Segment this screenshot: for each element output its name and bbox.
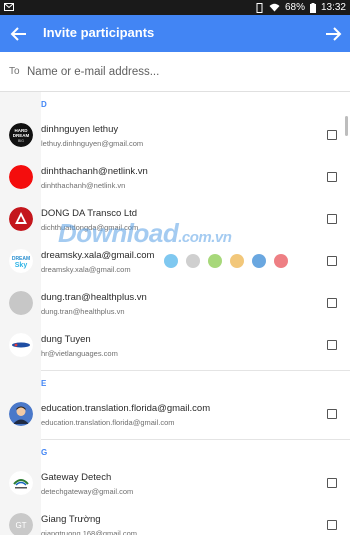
watermark-dot	[186, 254, 200, 268]
clock: 13:32	[320, 2, 346, 13]
contact-name: Giang Trường	[41, 514, 101, 525]
gmail-notification-icon	[4, 3, 14, 11]
contact-avatar: GT	[9, 513, 33, 535]
page-title: Invite participants	[43, 25, 155, 40]
to-label: To	[9, 66, 20, 77]
contact-sections: D HARD DREAM BIG dinhnguyen lethuy lethuy.din…	[0, 92, 350, 535]
watermark-text: Download	[58, 218, 179, 248]
contact-email: dreamsky.xala@gmail.com	[41, 265, 131, 274]
contact-email: dung.tran@healthplus.vn	[41, 307, 125, 316]
contact-email: giangtruong.168@gmail.com	[41, 529, 138, 535]
contact-avatar	[9, 165, 33, 189]
select-checkbox[interactable]	[327, 214, 337, 224]
status-bar: 68% 13:32	[0, 0, 350, 15]
battery-icon	[309, 2, 316, 13]
watermark-logo: Download.com.vn	[58, 218, 232, 249]
section-header: D	[0, 92, 350, 114]
section-letter: E	[41, 379, 47, 388]
contact-name: dreamsky.xala@gmail.com	[41, 250, 155, 261]
select-checkbox[interactable]	[327, 256, 337, 266]
contact-name: dung Tuyen	[41, 334, 91, 345]
contact-row[interactable]: dung Tuyen hr@vietlanguages.com	[0, 324, 350, 366]
select-checkbox[interactable]	[327, 172, 337, 182]
app-bar: Invite participants	[0, 15, 350, 52]
contact-name: Gateway Detech	[41, 472, 112, 483]
contact-name: dung.tran@healthplus.vn	[41, 292, 147, 303]
contact-email: detechgateway@gmail.com	[41, 487, 134, 496]
watermark-dot	[274, 254, 288, 268]
select-checkbox[interactable]	[327, 478, 337, 488]
contact-row[interactable]: GT Giang Trường giangtruong.168@gmail.com	[0, 504, 350, 535]
recipient-input[interactable]	[27, 62, 327, 82]
watermark-dot	[208, 254, 222, 268]
battery-percent: 68%	[284, 2, 305, 13]
section-header: E	[0, 371, 350, 393]
contact-row[interactable]: dung.tran@healthplus.vn dung.tran@healthp…	[0, 282, 350, 324]
select-checkbox[interactable]	[327, 409, 337, 419]
select-checkbox[interactable]	[327, 520, 337, 530]
section-letter: D	[41, 100, 47, 109]
contact-avatar	[9, 291, 33, 315]
select-checkbox[interactable]	[327, 130, 337, 140]
watermark-dot	[230, 254, 244, 268]
select-checkbox[interactable]	[327, 298, 337, 308]
contact-email: dinhthachanh@netlink.vn	[41, 181, 126, 190]
select-checkbox[interactable]	[327, 340, 337, 350]
svg-text:Sky: Sky	[15, 262, 28, 269]
contact-row[interactable]: education.translation.florida@gmail.com e…	[0, 393, 350, 435]
back-arrow-icon[interactable]	[8, 23, 30, 45]
vibrate-icon	[256, 2, 263, 13]
contact-name: dinhnguyen lethuy	[41, 124, 119, 135]
svg-text:BIG: BIG	[18, 139, 24, 143]
section-letter: G	[41, 448, 48, 457]
contact-name: education.translation.florida@gmail.com	[41, 403, 211, 414]
scrollbar[interactable]	[345, 116, 348, 136]
watermark-suffix: .com.vn	[178, 229, 232, 246]
section-e: Eeducation.translation.florida@gmail.com…	[0, 370, 350, 435]
section-header: G	[0, 440, 350, 462]
watermark-dot	[252, 254, 266, 268]
recipient-field: To	[0, 52, 350, 92]
contact-list[interactable]: D HARD DREAM BIG dinhnguyen lethuy lethuy.din…	[0, 92, 350, 535]
contact-email: lethuy.dinhnguyen@gmail.com	[41, 139, 144, 148]
contact-avatar	[9, 471, 33, 495]
contact-name: dinhthachanh@netlink.vn	[41, 166, 148, 177]
contact-avatar	[9, 402, 33, 426]
contact-row[interactable]: Gateway Detech detechgateway@gmail.com	[0, 462, 350, 504]
section-g: G Gateway Detech detechgateway@gmail.com GT…	[0, 439, 350, 535]
svg-text:DREAM: DREAM	[13, 133, 30, 138]
contact-avatar: HARD DREAM BIG	[9, 123, 33, 147]
contact-row[interactable]: dinhthachanh@netlink.vn dinhthachanh@netl…	[0, 156, 350, 198]
contact-email: education.translation.florida@gmail.com	[41, 418, 175, 427]
contact-avatar	[9, 207, 33, 231]
forward-arrow-icon[interactable]	[322, 23, 344, 45]
wifi-icon	[269, 3, 280, 12]
contact-avatar	[9, 333, 33, 357]
svg-text:GT: GT	[15, 521, 26, 530]
contact-avatar: DREAM Sky	[9, 249, 33, 273]
watermark-dots	[164, 254, 288, 268]
watermark-dot	[164, 254, 178, 268]
contact-email: hr@vietlanguages.com	[41, 349, 118, 358]
contact-row[interactable]: HARD DREAM BIG dinhnguyen lethuy lethuy.dinh…	[0, 114, 350, 156]
